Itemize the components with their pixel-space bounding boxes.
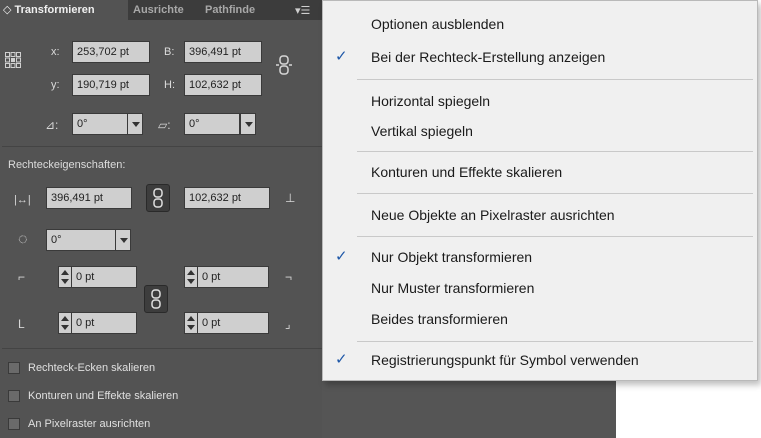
panel-flyout-menu: Optionen ausblenden ✓ Bei der Rechteck-E… [322, 0, 758, 381]
align-pixel-grid-label: An Pixelraster ausrichten [28, 418, 151, 430]
align-pixel-grid-checkbox[interactable] [8, 418, 20, 430]
shear-angle-input[interactable]: 0° [184, 113, 240, 135]
rotate-angle-dropdown[interactable] [127, 113, 143, 135]
menu-separator [357, 236, 753, 237]
corner-tl-input[interactable]: 0 pt [71, 266, 137, 288]
rect-height-input[interactable]: 102,632 pt [184, 187, 270, 209]
menu-item-transform-both[interactable]: Beides transformieren [371, 310, 508, 328]
corner-tr-input[interactable]: 0 pt [197, 266, 269, 288]
rect-width-icon: |↔| [14, 194, 31, 206]
rotate-angle-input[interactable]: 0° [72, 113, 128, 135]
menu-separator [357, 193, 753, 194]
corner-bl-stepper[interactable] [58, 312, 72, 334]
menu-item-transform-pattern-only[interactable]: Nur Muster transformieren [371, 279, 534, 297]
rect-rotation-input[interactable]: 0° [46, 229, 116, 251]
rect-height-icon: ⊥ [285, 191, 296, 205]
menu-item-scale-strokes-effects[interactable]: Konturen und Effekte skalieren [371, 163, 562, 181]
menu-item-use-registration-point[interactable]: Registrierungspunkt für Symbol verwenden [371, 351, 639, 369]
tab-transformieren[interactable]: ◇ Transformieren [0, 0, 128, 20]
h-label: H: [164, 79, 175, 91]
menu-separator [357, 79, 753, 80]
y-position-input[interactable]: 190,719 pt [72, 74, 150, 96]
scale-corners-label: Rechteck-Ecken skalieren [28, 362, 156, 374]
panel-background-below-menu [322, 381, 616, 438]
b-label: B: [164, 46, 175, 58]
height-input[interactable]: 102,632 pt [184, 74, 262, 96]
rect-width-input[interactable]: 396,491 pt [46, 187, 132, 209]
reference-point-icon[interactable] [5, 52, 21, 68]
shear-angle-icon: ▱: [158, 118, 171, 132]
menu-item-show-on-rect-creation[interactable]: Bei der Rechteck-Erstellung anzeigen [371, 48, 605, 66]
width-input[interactable]: 396,491 pt [184, 41, 262, 63]
menu-separator [357, 151, 753, 152]
checkmark-icon: ✓ [335, 351, 348, 368]
rect-rotation-dropdown[interactable] [115, 229, 131, 251]
divider [2, 146, 328, 147]
corner-bl-input[interactable]: 0 pt [71, 312, 137, 334]
panel-tab-bar: ◇ Transformieren Ausrichte Pathfinde ▾☰ [0, 0, 332, 20]
corner-br-icon: ⌟ [285, 317, 291, 331]
menu-item-flip-vertical[interactable]: Vertikal spiegeln [371, 122, 473, 140]
checkmark-icon: ✓ [335, 48, 348, 65]
rect-rotation-icon: ◌ [18, 231, 28, 248]
menu-item-transform-object-only[interactable]: Nur Objekt transformieren [371, 248, 532, 266]
checkmark-icon: ✓ [335, 248, 348, 265]
shear-angle-dropdown[interactable] [240, 113, 256, 135]
tab-pathfinder[interactable]: Pathfinde [205, 0, 273, 20]
chain-link-icon [153, 188, 163, 208]
corner-bl-icon: L [18, 317, 25, 331]
scale-strokes-effects-label: Konturen und Effekte skalieren [28, 390, 179, 402]
corner-tl-stepper[interactable] [58, 266, 72, 288]
corner-tl-icon: ⌐ [18, 270, 26, 284]
corner-tr-icon: ¬ [285, 270, 293, 284]
corner-br-stepper[interactable] [184, 312, 198, 334]
corner-tr-stepper[interactable] [184, 266, 198, 288]
menu-item-align-new-objects-pixel-grid[interactable]: Neue Objekte an Pixelraster ausrichten [371, 206, 615, 224]
x-position-input[interactable]: 253,702 pt [72, 41, 150, 63]
menu-item-hide-options[interactable]: Optionen ausblenden [371, 15, 504, 33]
scale-strokes-effects-checkbox[interactable] [8, 390, 20, 402]
panel-menu-icon[interactable]: ▾☰ [295, 5, 315, 17]
scale-corners-checkbox[interactable] [8, 362, 20, 374]
constrain-proportions-icon[interactable] [276, 54, 292, 76]
menu-item-flip-horizontal[interactable]: Horizontal spiegeln [371, 92, 490, 110]
corner-link-button[interactable] [144, 285, 168, 313]
tab-ausrichten[interactable]: Ausrichte [133, 0, 203, 20]
rect-properties-heading: Rechteckeigenschaften: [8, 159, 126, 171]
corner-br-input[interactable]: 0 pt [197, 312, 269, 334]
rotate-angle-icon: ⊿: [45, 118, 59, 132]
transform-panel: ◇ Transformieren Ausrichte Pathfinde ▾☰ … [0, 0, 332, 438]
y-label: y: [51, 79, 60, 91]
menu-separator [357, 341, 753, 342]
rect-link-dimensions-button[interactable] [146, 184, 170, 212]
divider [2, 348, 328, 349]
x-label: x: [51, 46, 60, 58]
chain-link-icon [151, 289, 161, 309]
